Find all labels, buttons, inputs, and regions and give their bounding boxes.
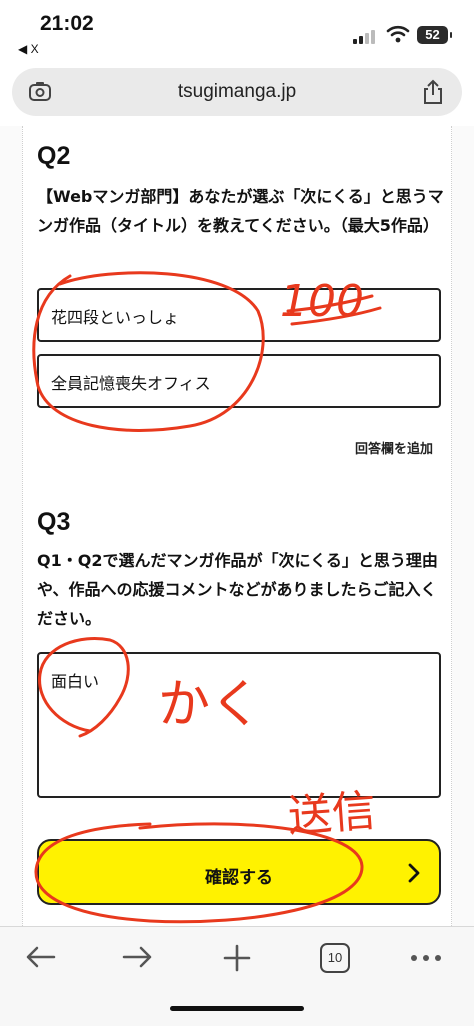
browser-toolbar: 10 — [0, 926, 474, 1026]
confirm-button[interactable]: 確認する — [37, 839, 441, 905]
back-arrow-icon[interactable] — [24, 943, 56, 971]
page-content: Q2 【Webマンガ部門】あなたが選ぶ「次にくる」と思うマンガ作品（タイトル）を… — [0, 126, 474, 926]
address-bar[interactable]: tsugimanga.jp — [12, 68, 462, 116]
answer-field-2[interactable]: 全員記憶喪失オフィス — [37, 354, 441, 408]
status-bar: 21:02 ◀ X 52 — [0, 0, 474, 60]
home-indicator — [170, 1006, 304, 1011]
add-answer-link[interactable]: 回答欄を追加 — [355, 438, 433, 457]
new-tab-plus-icon[interactable] — [222, 943, 252, 973]
question-title-q2: Q2 — [37, 142, 71, 170]
back-to-app-link[interactable]: ◀ X — [18, 42, 39, 56]
battery-icon: 52 — [417, 26, 452, 44]
chevron-right-icon — [408, 863, 420, 883]
form-container: Q2 【Webマンガ部門】あなたが選ぶ「次にくる」と思うマンガ作品（タイトル）を… — [22, 126, 452, 926]
more-menu-icon[interactable] — [410, 953, 442, 963]
forward-arrow-icon[interactable] — [122, 943, 154, 971]
tab-count-button[interactable]: 10 — [320, 943, 350, 973]
share-icon[interactable] — [422, 79, 444, 105]
answer-field-1[interactable]: 花四段といっしょ — [37, 288, 441, 342]
question-text-q3: Q1・Q2で選んだマンガ作品が「次にくる」と思う理由や、作品への応援コメントなど… — [37, 551, 438, 628]
cellular-signal-icon — [353, 30, 375, 44]
question-title-q3: Q3 — [37, 508, 71, 536]
url-text[interactable]: tsugimanga.jp — [12, 81, 462, 103]
wifi-icon — [386, 25, 410, 43]
clock: 21:02 — [40, 12, 94, 35]
question-text-q2: 【Webマンガ部門】あなたが選ぶ「次にくる」と思うマンガ作品（タイトル）を教えて… — [37, 187, 444, 235]
comment-textarea[interactable]: 面白い — [37, 652, 441, 798]
confirm-button-label: 確認する — [205, 868, 273, 888]
